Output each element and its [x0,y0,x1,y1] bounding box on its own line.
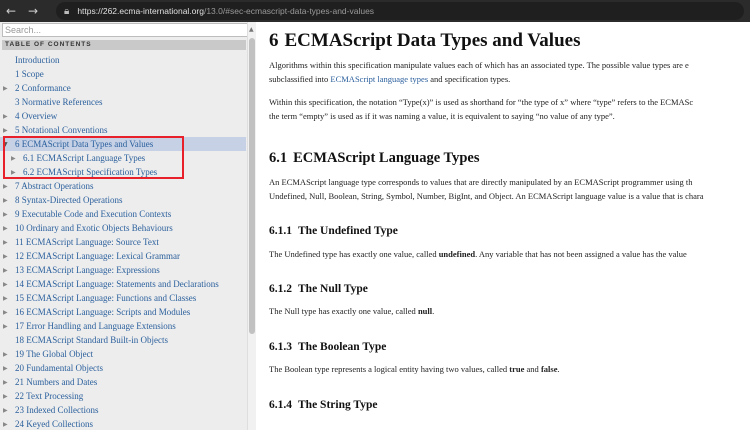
expand-arrow-icon[interactable]: ▶ [3,113,10,120]
toc-item-label[interactable]: 9 Executable Code and Execution Contexts [15,209,171,219]
toc-item-label[interactable]: 10 Ordinary and Exotic Objects Behaviour… [15,223,173,233]
toc-item[interactable]: 3 Normative References [0,95,246,109]
expand-arrow-icon[interactable]: ▶ [3,393,10,400]
toc-item-label[interactable]: 4 Overview [15,111,57,121]
section-heading: 6.1 ECMAScript Language Types [269,150,480,166]
toc-item[interactable]: ▶ 23 Indexed Collections [0,403,246,417]
toc-item[interactable]: ▶ 10 Ordinary and Exotic Objects Behaviou… [0,221,246,235]
toc-item-label[interactable]: 11 ECMAScript Language: Source Text [15,237,159,247]
toc-item[interactable]: 1 Scope [0,67,246,81]
toc-item[interactable]: ▶ 7 Abstract Operations [0,179,246,193]
toc-item[interactable]: ▶ 5 Notational Conventions [0,123,246,137]
subsection-heading: 6.1.1 The Undefined Type [269,225,398,237]
expand-arrow-icon[interactable]: ▶ [3,351,10,358]
toc-item[interactable]: ▶ 16 ECMAScript Language: Scripts and Mod… [0,305,246,319]
toc-item[interactable]: ▶ 22 Text Processing [0,389,246,403]
toc-item[interactable]: 18 ECMAScript Standard Built-in Objects [0,333,246,347]
expand-arrow-icon[interactable]: ▶ [3,197,10,204]
toc-item-label[interactable]: 3 Normative References [15,97,102,107]
toc-item[interactable]: ▶ 4 Overview [0,109,246,123]
toc-item[interactable]: ▶ 19 The Global Object [0,347,246,361]
expand-arrow-icon[interactable]: ▶ [3,379,10,386]
expand-arrow-icon[interactable]: ▶ [3,365,10,372]
toc-item-label[interactable]: 7 Abstract Operations [15,181,93,191]
paragraph: The Boolean type represents a logical en… [269,364,560,374]
paragraph: An ECMAScript language type corresponds … [269,177,693,187]
paragraph: Algorithms within this specification man… [269,60,689,70]
expand-arrow-icon[interactable]: ▶ [3,239,10,246]
expand-arrow-icon[interactable]: ▶ [3,85,10,92]
toc-heading: TABLE OF CONTENTS [2,40,246,50]
paragraph: Within this specification, the notation … [269,97,694,107]
toc-item-label[interactable]: Introduction [15,55,60,65]
subsection-heading: 6.1.2 The Null Type [269,283,368,295]
toc-list: Introduction 1 Scope ▶ 2 Conformance 3 Norma… [0,53,246,430]
expand-arrow-icon[interactable]: ▶ [3,253,10,260]
toc-item-label[interactable]: 14 ECMAScript Language: Statements and D… [15,279,219,289]
expand-arrow-icon[interactable]: ▶ [3,407,10,414]
toc-item[interactable]: ▶ 20 Fundamental Objects [0,361,246,375]
highlight-box [3,136,184,179]
toc-item[interactable]: ▶ 12 ECMAScript Language: Lexical Grammar [0,249,246,263]
toc-item-label[interactable]: 20 Fundamental Objects [15,363,103,373]
toc-item[interactable]: Introduction [0,53,246,67]
toc-item-label[interactable]: 17 Error Handling and Language Extension… [15,321,176,331]
expand-arrow-icon[interactable]: ▶ [3,323,10,330]
sidebar-scrollbar[interactable]: ▲ [247,22,256,430]
page-title: 6 ECMAScript Data Types and Values [269,30,581,51]
toc-item-label[interactable]: 21 Numbers and Dates [15,377,97,387]
toc-item[interactable]: ▶ 21 Numbers and Dates [0,375,246,389]
scroll-up-icon[interactable]: ▲ [249,26,254,33]
toc-item[interactable]: ▶ 17 Error Handling and Language Extensio… [0,319,246,333]
paragraph: subclassified into ECMAScript language t… [269,74,511,84]
toc-item-label[interactable]: 13 ECMAScript Language: Expressions [15,265,160,275]
toc-item[interactable]: ▶ 14 ECMAScript Language: Statements and … [0,277,246,291]
back-arrow-icon[interactable]: ← [0,0,22,22]
expand-arrow-icon[interactable]: ▶ [3,309,10,316]
toc-item[interactable]: ▶ 15 ECMAScript Language: Functions and C… [0,291,246,305]
toc-item-label[interactable]: 23 Indexed Collections [15,405,98,415]
toc-item-label[interactable]: 19 The Global Object [15,349,93,359]
link-language-types[interactable]: ECMAScript language types [330,74,428,84]
paragraph: Undefined, Null, Boolean, String, Symbol… [269,191,704,201]
toc-sidebar: Search... TABLE OF CONTENTS Introduction… [0,22,256,430]
address-bar[interactable]: 🔒︎ https://262.ecma-international.org/13… [56,2,744,20]
toc-item-label[interactable]: 1 Scope [15,69,44,79]
expand-arrow-icon[interactable]: ▶ [3,225,10,232]
expand-arrow-icon[interactable]: ▶ [3,267,10,274]
search-input[interactable]: Search... [2,23,254,37]
expand-arrow-icon[interactable]: ▶ [3,281,10,288]
scroll-thumb[interactable] [249,38,255,334]
toc-item-label[interactable]: 12 ECMAScript Language: Lexical Grammar [15,251,180,261]
main-content: 6 ECMAScript Data Types and Values Algori… [257,22,750,430]
expand-arrow-icon[interactable]: ▶ [3,421,10,428]
toc-item-label[interactable]: 16 ECMAScript Language: Scripts and Modu… [15,307,190,317]
expand-arrow-icon[interactable]: ▶ [3,295,10,302]
expand-arrow-icon[interactable]: ▶ [3,183,10,190]
toc-item[interactable]: ▶ 11 ECMAScript Language: Source Text [0,235,246,249]
toc-item-label[interactable]: 5 Notational Conventions [15,125,108,135]
paragraph: The Null type has exactly one value, cal… [269,306,435,316]
paragraph: The Undefined type has exactly one value… [269,249,687,259]
toc-item[interactable]: ▶ 24 Keyed Collections [0,417,246,430]
subsection-heading: 6.1.4 The String Type [269,399,378,411]
toc-item[interactable]: ▶ 13 ECMAScript Language: Expressions [0,263,246,277]
expand-arrow-icon[interactable]: ▶ [3,127,10,134]
forward-arrow-icon[interactable]: → [22,0,44,22]
toc-item[interactable]: ▶ 9 Executable Code and Execution Context… [0,207,246,221]
toc-item[interactable]: ▶ 8 Syntax-Directed Operations [0,193,246,207]
toc-item-label[interactable]: 2 Conformance [15,83,71,93]
browser-toolbar: ← → 🔒︎ https://262.ecma-international.or… [0,0,750,22]
url-text: https://262.ecma-international.org/13.0/… [77,6,375,16]
toc-item-label[interactable]: 22 Text Processing [15,391,83,401]
toc-item-label[interactable]: 24 Keyed Collections [15,419,93,429]
toc-item[interactable]: ▶ 2 Conformance [0,81,246,95]
paragraph: the term “empty” is used as if it was na… [269,111,615,121]
expand-arrow-icon[interactable]: ▶ [3,211,10,218]
toc-item-label[interactable]: 15 ECMAScript Language: Functions and Cl… [15,293,196,303]
toc-item-label[interactable]: 18 ECMAScript Standard Built-in Objects [15,335,168,345]
lock-icon: 🔒︎ [64,5,70,17]
toc-item-label[interactable]: 8 Syntax-Directed Operations [15,195,122,205]
subsection-heading: 6.1.3 The Boolean Type [269,341,387,353]
